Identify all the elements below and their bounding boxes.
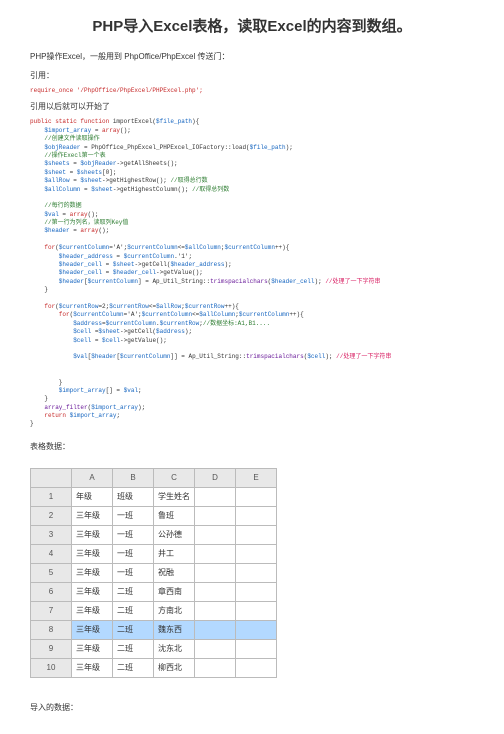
col-header: B: [113, 468, 154, 487]
table-row: 10三年级二班柳西北: [31, 658, 277, 677]
table-row: 9三年级二班沈东北: [31, 639, 277, 658]
col-header: C: [154, 468, 195, 487]
table-row: 2三年级一班鲁班: [31, 506, 277, 525]
intro-text: PHP操作Excel，一般用到 PhpOffice/PhpExcel 传送门：: [30, 51, 474, 62]
col-header: E: [236, 468, 277, 487]
import-section-label: 导入的数据：: [30, 702, 474, 713]
table-row: 1年级班级学生姓名: [31, 487, 277, 506]
include-label: 引用：: [30, 70, 474, 81]
table-section-label: 表格数据：: [30, 441, 474, 452]
page-title: PHP导入Excel表格，读取Excel的内容到数组。: [30, 15, 474, 36]
table-row: 3三年级一班公孙德: [31, 525, 277, 544]
code-block: public static function importExcel($file…: [30, 118, 474, 428]
col-header: A: [72, 468, 113, 487]
col-header: [31, 468, 72, 487]
table-row: 6三年级二班章西南: [31, 582, 277, 601]
table-row: 5三年级一班祝融: [31, 563, 277, 582]
table-row: 8三年级二班魏东西: [31, 620, 277, 639]
col-header: D: [195, 468, 236, 487]
require-line: require_once '/PhpOffice/PhpExcel/PHPExc…: [30, 87, 474, 95]
after-include: 引用以后就可以开始了: [30, 101, 474, 112]
table-row: 4三年级一班井工: [31, 544, 277, 563]
table-row: 7三年级二班方南北: [31, 601, 277, 620]
excel-table: ABCDE1年级班级学生姓名2三年级一班鲁班3三年级一班公孙德4三年级一班井工5…: [30, 468, 277, 678]
